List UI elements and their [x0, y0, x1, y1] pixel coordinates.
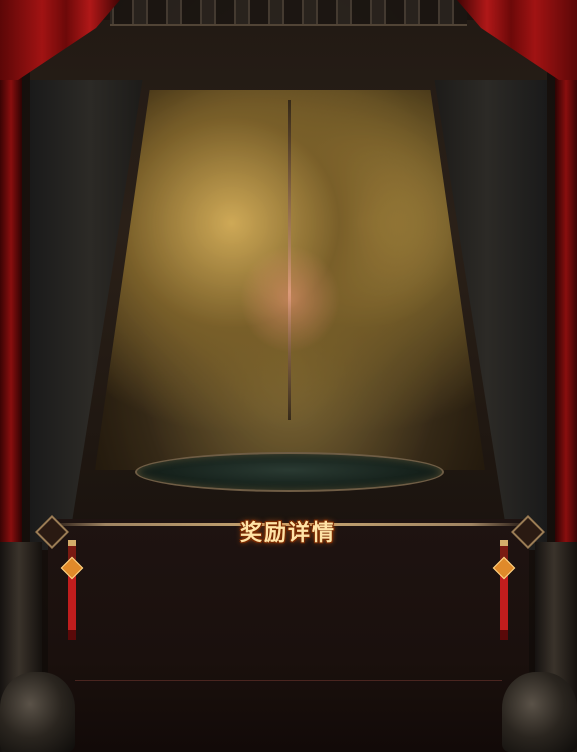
altar-scene: 奖励详情: [0, 0, 577, 752]
left-tassel: [60, 540, 84, 640]
right-dragon-statue-icon: [502, 672, 577, 752]
dialog-title: 奖励详情: [239, 521, 336, 546]
top-frieze: [110, 0, 467, 26]
mural-door-split: [288, 100, 291, 420]
right-tassel: [492, 540, 516, 640]
reward-details-panel: [48, 519, 529, 752]
platform-top: [135, 452, 444, 492]
panel-divider: [75, 680, 502, 681]
left-dragon-statue-icon: [0, 672, 75, 752]
altar-platform: [125, 452, 450, 502]
